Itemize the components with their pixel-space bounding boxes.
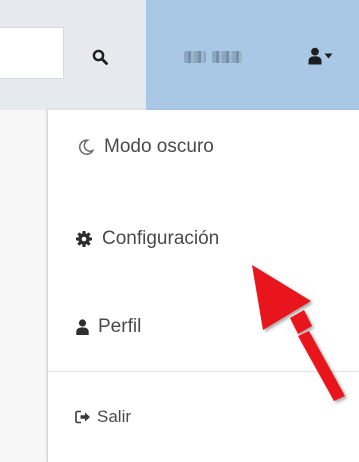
user-icon (308, 47, 322, 65)
user-icon (76, 319, 89, 335)
user-menu-toggle[interactable] (146, 0, 359, 110)
gear-icon (76, 231, 92, 247)
user-dropdown-menu: Modo oscuro Configuración Perfil Salir (47, 110, 359, 462)
sign-out-icon (75, 410, 91, 424)
redacted-last-name (212, 51, 242, 63)
menu-item-label: Salir (97, 407, 132, 426)
menu-divider (48, 371, 359, 372)
menu-item-settings[interactable]: Configuración (48, 222, 359, 256)
search-icon (92, 49, 108, 65)
menu-item-logout[interactable]: Salir (48, 401, 359, 433)
redacted-first-name (184, 51, 206, 63)
top-navbar (0, 0, 359, 110)
caret-down-icon (324, 53, 333, 59)
menu-item-dark-mode[interactable]: Modo oscuro (48, 130, 359, 164)
menu-item-label: Perfil (98, 316, 142, 337)
user-dropdown-indicator (308, 47, 333, 65)
moon-icon (78, 138, 94, 156)
menu-item-label: Modo oscuro (104, 136, 214, 157)
search-button[interactable] (85, 42, 115, 72)
menu-item-label: Configuración (102, 228, 220, 249)
search-input[interactable] (0, 27, 64, 79)
user-name-redacted (184, 51, 242, 63)
menu-item-profile[interactable]: Perfil (48, 310, 359, 344)
